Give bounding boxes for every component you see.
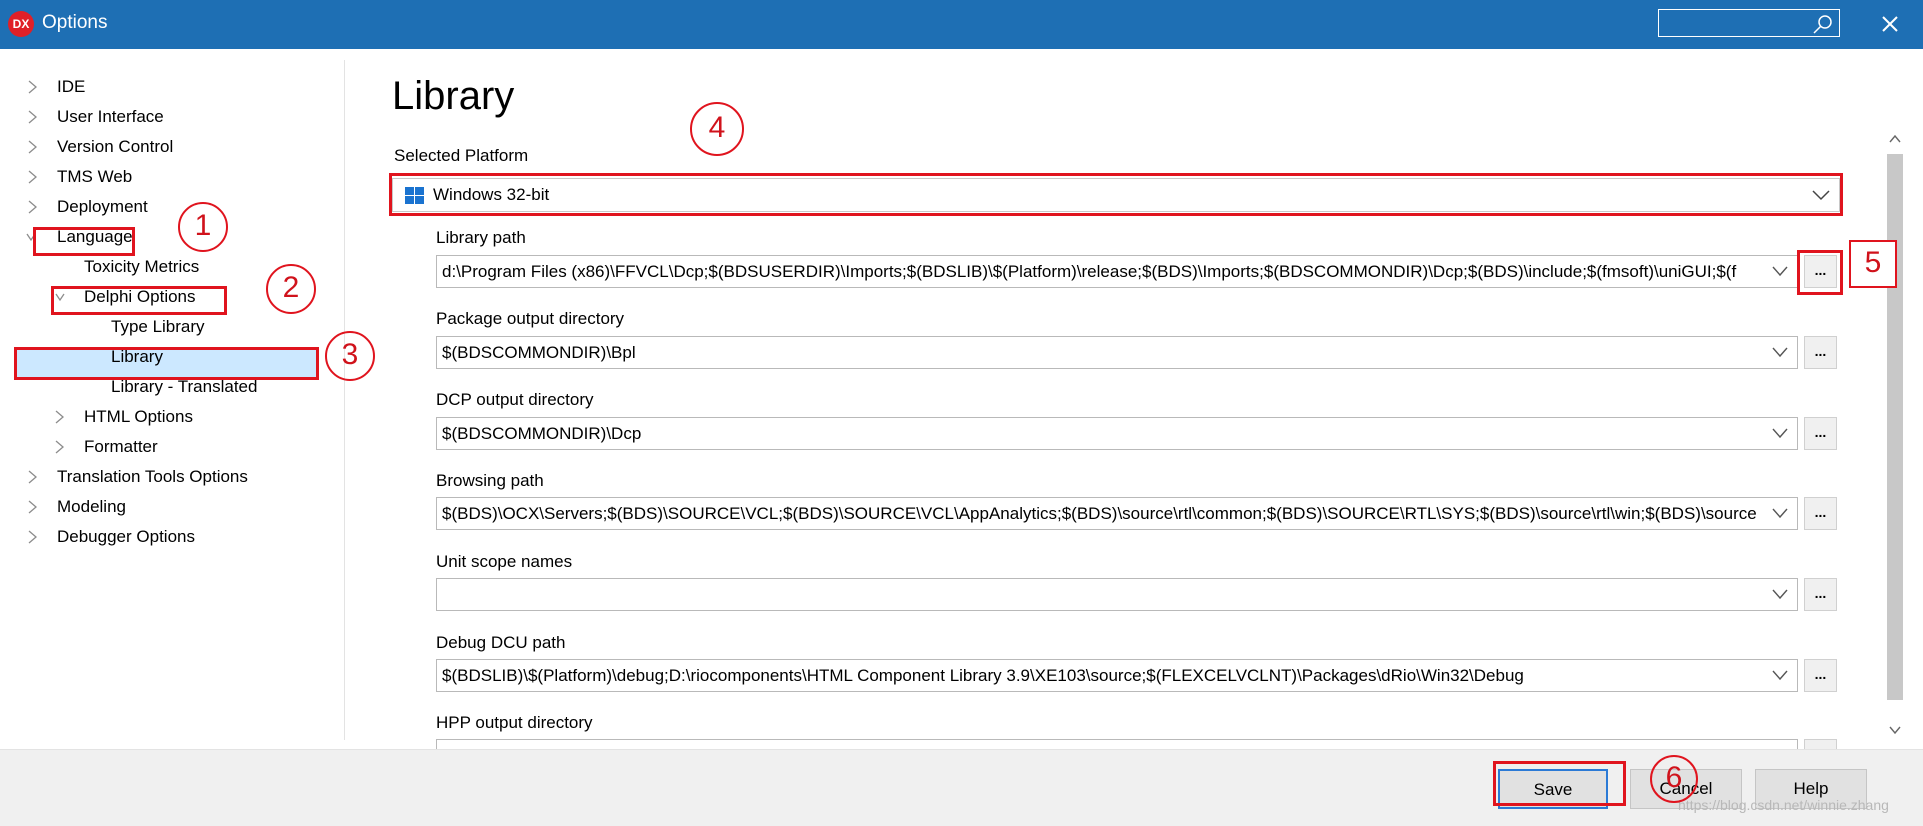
chevron-right-icon[interactable]	[53, 434, 67, 460]
dropdown-button[interactable]	[1765, 418, 1793, 449]
hpp-output-label: HPP output directory	[436, 713, 593, 732]
scroll-down-icon[interactable]	[1888, 725, 1902, 735]
search-icon	[1813, 15, 1832, 34]
dropdown-button[interactable]	[1765, 256, 1793, 287]
debug-dcu-value: $(BDSLIB)\$(Platform)\debug;D:\riocompon…	[442, 666, 1524, 685]
dcp-output-label: DCP output directory	[436, 390, 594, 409]
annotation-box-browse	[1797, 250, 1843, 295]
tree-item-label: TMS Web	[57, 167, 133, 186]
chevron-down-icon	[1772, 347, 1788, 358]
library-path-value: d:\Program Files (x86)\FFVCL\Dcp;$(BDSUS…	[442, 262, 1737, 281]
hpp-output-combo[interactable]	[436, 739, 1798, 749]
app-logo: DX	[8, 11, 34, 37]
annotation-marker-1: 1	[178, 202, 228, 252]
chevron-down-icon	[1772, 508, 1788, 519]
dropdown-button[interactable]	[1765, 660, 1793, 691]
platform-label: Selected Platform	[394, 146, 529, 165]
annotation-marker-5: 5	[1849, 240, 1897, 288]
tree-divider	[344, 60, 345, 740]
tree-item-label: HTML Options	[84, 407, 193, 426]
options-tree: IDE User Interface Version Control TMS W…	[0, 49, 344, 749]
dropdown-button[interactable]	[1765, 337, 1793, 368]
annotation-marker-4: 4	[690, 102, 744, 156]
package-output-browse-button[interactable]: ...	[1804, 336, 1837, 369]
scroll-up-icon[interactable]	[1888, 134, 1902, 144]
tree-item-label: Modeling	[57, 497, 126, 516]
tree-item-label: Debugger Options	[57, 527, 195, 546]
chevron-down-icon	[1772, 266, 1788, 277]
unit-scope-browse-button[interactable]: ...	[1804, 578, 1837, 611]
title-bar: DX Options	[0, 0, 1923, 49]
dcp-output-combo[interactable]: $(BDSCOMMONDIR)\Dcp	[436, 417, 1798, 450]
tree-item-label: Toxicity Metrics	[84, 257, 200, 276]
browsing-path-value: $(BDS)\OCX\Servers;$(BDS)\SOURCE\VCL;$(B…	[442, 504, 1757, 523]
annotation-box-delphi-options	[51, 286, 227, 315]
chevron-down-icon	[1772, 428, 1788, 439]
annotation-marker-2: 2	[266, 264, 316, 314]
tree-item-label: User Interface	[57, 107, 164, 126]
debug-dcu-browse-button[interactable]: ...	[1804, 659, 1837, 692]
chevron-right-icon[interactable]	[26, 164, 40, 190]
package-output-combo[interactable]: $(BDSCOMMONDIR)\Bpl	[436, 336, 1798, 369]
annotation-box-language	[33, 227, 135, 256]
annotation-box-save	[1493, 761, 1626, 806]
package-output-value: $(BDSCOMMONDIR)\Bpl	[442, 343, 636, 362]
library-path-combo[interactable]: d:\Program Files (x86)\FFVCL\Dcp;$(BDSUS…	[436, 255, 1798, 288]
chevron-right-icon[interactable]	[26, 194, 40, 220]
chevron-right-icon[interactable]	[26, 134, 40, 160]
annotation-marker-3: 3	[325, 331, 375, 381]
dropdown-button[interactable]	[1765, 498, 1793, 529]
debug-dcu-combo[interactable]: $(BDSLIB)\$(Platform)\debug;D:\riocompon…	[436, 659, 1798, 692]
dialog-button-bar: Save Cancel Help	[0, 749, 1923, 826]
page-title: Library	[392, 74, 515, 118]
options-search-input[interactable]	[1658, 9, 1840, 37]
browsing-path-combo[interactable]: $(BDS)\OCX\Servers;$(BDS)\SOURCE\VCL;$(B…	[436, 497, 1798, 530]
chevron-right-icon[interactable]	[26, 104, 40, 130]
annotation-marker-6: 6	[1650, 755, 1698, 803]
annotation-box-library	[14, 347, 319, 380]
tree-item-label: IDE	[57, 77, 86, 96]
window-title: Options	[42, 12, 108, 33]
vertical-scrollbar[interactable]	[1885, 128, 1903, 742]
tree-item-label: Deployment	[57, 197, 148, 216]
tree-item-label: Formatter	[84, 437, 158, 456]
dcp-output-value: $(BDSCOMMONDIR)\Dcp	[442, 424, 642, 443]
close-icon[interactable]	[1870, 6, 1910, 42]
scrollbar-thumb[interactable]	[1887, 154, 1903, 700]
hpp-output-browse-button[interactable]	[1804, 739, 1837, 749]
unit-scope-label: Unit scope names	[436, 552, 573, 571]
chevron-right-icon[interactable]	[26, 524, 40, 550]
chevron-down-icon	[1772, 589, 1788, 600]
annotation-box-platform	[389, 173, 1843, 216]
unit-scope-combo[interactable]	[436, 578, 1798, 611]
dropdown-button[interactable]	[1765, 579, 1793, 610]
debug-dcu-label: Debug DCU path	[436, 633, 566, 652]
package-output-label: Package output directory	[436, 309, 625, 328]
library-path-label: Library path	[436, 228, 526, 247]
chevron-down-icon	[1772, 670, 1788, 681]
tree-item-label: Version Control	[57, 137, 174, 156]
chevron-right-icon[interactable]	[26, 464, 40, 490]
browsing-path-label: Browsing path	[436, 471, 544, 490]
watermark: https://blog.csdn.net/winnie.zhang	[1678, 797, 1889, 813]
chevron-right-icon[interactable]	[26, 494, 40, 520]
tree-item-label: Translation Tools Options	[57, 467, 248, 486]
dcp-output-browse-button[interactable]: ...	[1804, 417, 1837, 450]
chevron-right-icon[interactable]	[53, 404, 67, 430]
chevron-right-icon[interactable]	[26, 74, 40, 100]
browsing-path-browse-button[interactable]: ...	[1804, 497, 1837, 530]
tree-item-label: Type Library	[111, 317, 205, 336]
